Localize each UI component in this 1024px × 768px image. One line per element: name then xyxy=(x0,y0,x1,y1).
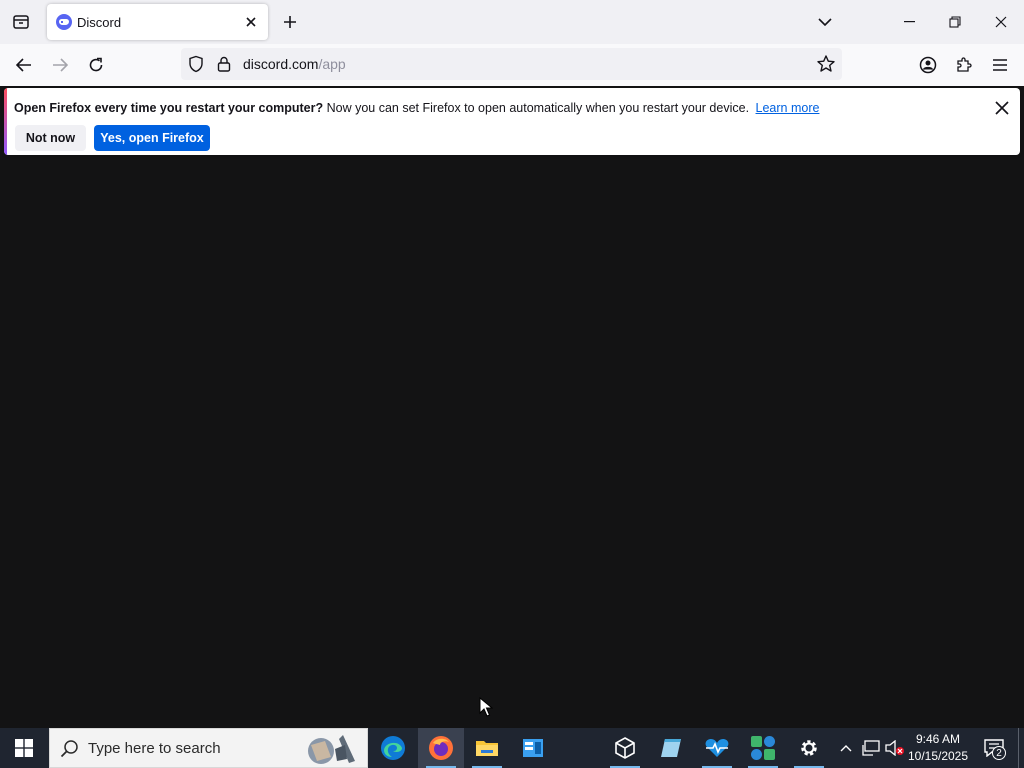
firefox-icon xyxy=(429,736,453,760)
show-hidden-icons-button[interactable] xyxy=(836,728,856,768)
start-button[interactable] xyxy=(0,728,48,768)
arrow-right-icon xyxy=(53,58,68,72)
tab-strip: Discord xyxy=(0,0,1024,44)
new-tab-button[interactable] xyxy=(278,9,302,35)
account-icon xyxy=(919,56,937,74)
firefox-view-icon xyxy=(13,15,29,29)
notification-title: Open Firefox every time you restart your… xyxy=(14,101,324,115)
app-menu-button[interactable] xyxy=(984,49,1016,81)
reload-icon xyxy=(89,57,103,72)
discord-icon xyxy=(56,14,72,30)
volume-muted-icon xyxy=(885,740,904,756)
chevron-up-icon xyxy=(840,745,852,752)
app-icon xyxy=(523,739,543,757)
minimize-button[interactable] xyxy=(886,0,932,44)
taskbar-edge[interactable] xyxy=(370,728,416,768)
notification-message: Open Firefox every time you restart your… xyxy=(14,101,819,115)
taskbar-health[interactable] xyxy=(694,728,740,768)
taskbar-file-explorer[interactable] xyxy=(464,728,510,768)
hamburger-menu-icon xyxy=(993,59,1007,71)
bookmark-star-icon[interactable] xyxy=(816,54,836,74)
file-explorer-icon xyxy=(476,741,498,756)
settings-icon xyxy=(801,740,817,756)
learn-more-link[interactable]: Learn more xyxy=(756,101,820,115)
browser-tab[interactable]: Discord xyxy=(47,4,268,40)
not-now-button[interactable]: Not now xyxy=(15,125,86,151)
navigation-toolbar: discord.com/app xyxy=(0,44,1024,86)
url-host: discord.com xyxy=(243,56,319,72)
mouse-cursor-icon xyxy=(479,697,493,717)
puzzle-icon xyxy=(957,57,972,72)
taskbar-settings[interactable] xyxy=(786,728,832,768)
edge-icon xyxy=(381,736,405,760)
network-status[interactable] xyxy=(860,728,882,768)
taskbar-search-box[interactable]: Type here to search xyxy=(49,728,368,768)
lock-icon[interactable] xyxy=(215,55,233,73)
taskbar-3d-viewer[interactable] xyxy=(602,728,648,768)
widgets-icon xyxy=(751,736,775,760)
close-window-button[interactable] xyxy=(978,0,1024,44)
notification-accent xyxy=(4,88,7,155)
reload-button[interactable] xyxy=(80,49,112,81)
notification-count-badge: 2 xyxy=(992,746,1006,760)
restore-icon xyxy=(949,16,961,28)
url-path: /app xyxy=(318,56,346,72)
notification-body: Now you can set Firefox to open automati… xyxy=(326,101,750,115)
search-placeholder: Type here to search xyxy=(88,740,221,757)
minimize-icon xyxy=(903,21,915,23)
show-desktop-button[interactable] xyxy=(1018,728,1024,768)
notepad-icon xyxy=(661,739,681,757)
extensions-button[interactable] xyxy=(948,49,980,81)
restore-button[interactable] xyxy=(932,0,978,44)
close-icon xyxy=(995,101,1009,115)
search-highlight-icon xyxy=(308,735,355,764)
taskbar-notepad[interactable] xyxy=(648,728,694,768)
health-icon xyxy=(705,739,729,757)
clock-time: 9:46 AM xyxy=(915,732,961,746)
tracking-protection-icon[interactable] xyxy=(187,55,205,73)
system-clock[interactable]: 9:46 AM 10/15/2025 xyxy=(906,731,970,765)
action-center-button[interactable]: 2 xyxy=(978,728,1010,768)
close-icon xyxy=(995,16,1007,28)
close-tab-button[interactable] xyxy=(242,13,260,31)
forward-button[interactable] xyxy=(44,49,76,81)
url-text[interactable]: discord.com/app xyxy=(243,56,346,72)
close-notification-button[interactable] xyxy=(992,98,1012,118)
3d-viewer-icon xyxy=(615,737,635,759)
taskbar-widgets[interactable] xyxy=(740,728,786,768)
taskbar-firefox[interactable] xyxy=(418,728,464,768)
tab-title: Discord xyxy=(77,15,122,30)
taskbar: Type here to search 9:46 AM 10/15/2025 2 xyxy=(0,728,1024,768)
firefox-view-button[interactable] xyxy=(0,0,42,44)
taskbar-app[interactable] xyxy=(510,728,556,768)
plus-icon xyxy=(284,16,296,28)
notification-bar: Open Firefox every time you restart your… xyxy=(4,88,1020,155)
url-bar[interactable]: discord.com/app xyxy=(181,48,842,80)
windows-logo-icon xyxy=(15,739,33,757)
arrow-left-icon xyxy=(16,58,31,72)
search-icon xyxy=(60,740,78,758)
close-icon xyxy=(246,17,256,27)
network-icon xyxy=(862,740,880,756)
yes-open-firefox-button[interactable]: Yes, open Firefox xyxy=(94,125,210,151)
volume-status[interactable] xyxy=(884,728,906,768)
page-content[interactable] xyxy=(0,159,1024,728)
back-button[interactable] xyxy=(8,49,40,81)
list-all-tabs-button[interactable] xyxy=(813,10,837,34)
clock-date: 10/15/2025 xyxy=(907,749,969,763)
account-button[interactable] xyxy=(912,49,944,81)
chevron-down-icon xyxy=(818,18,832,26)
